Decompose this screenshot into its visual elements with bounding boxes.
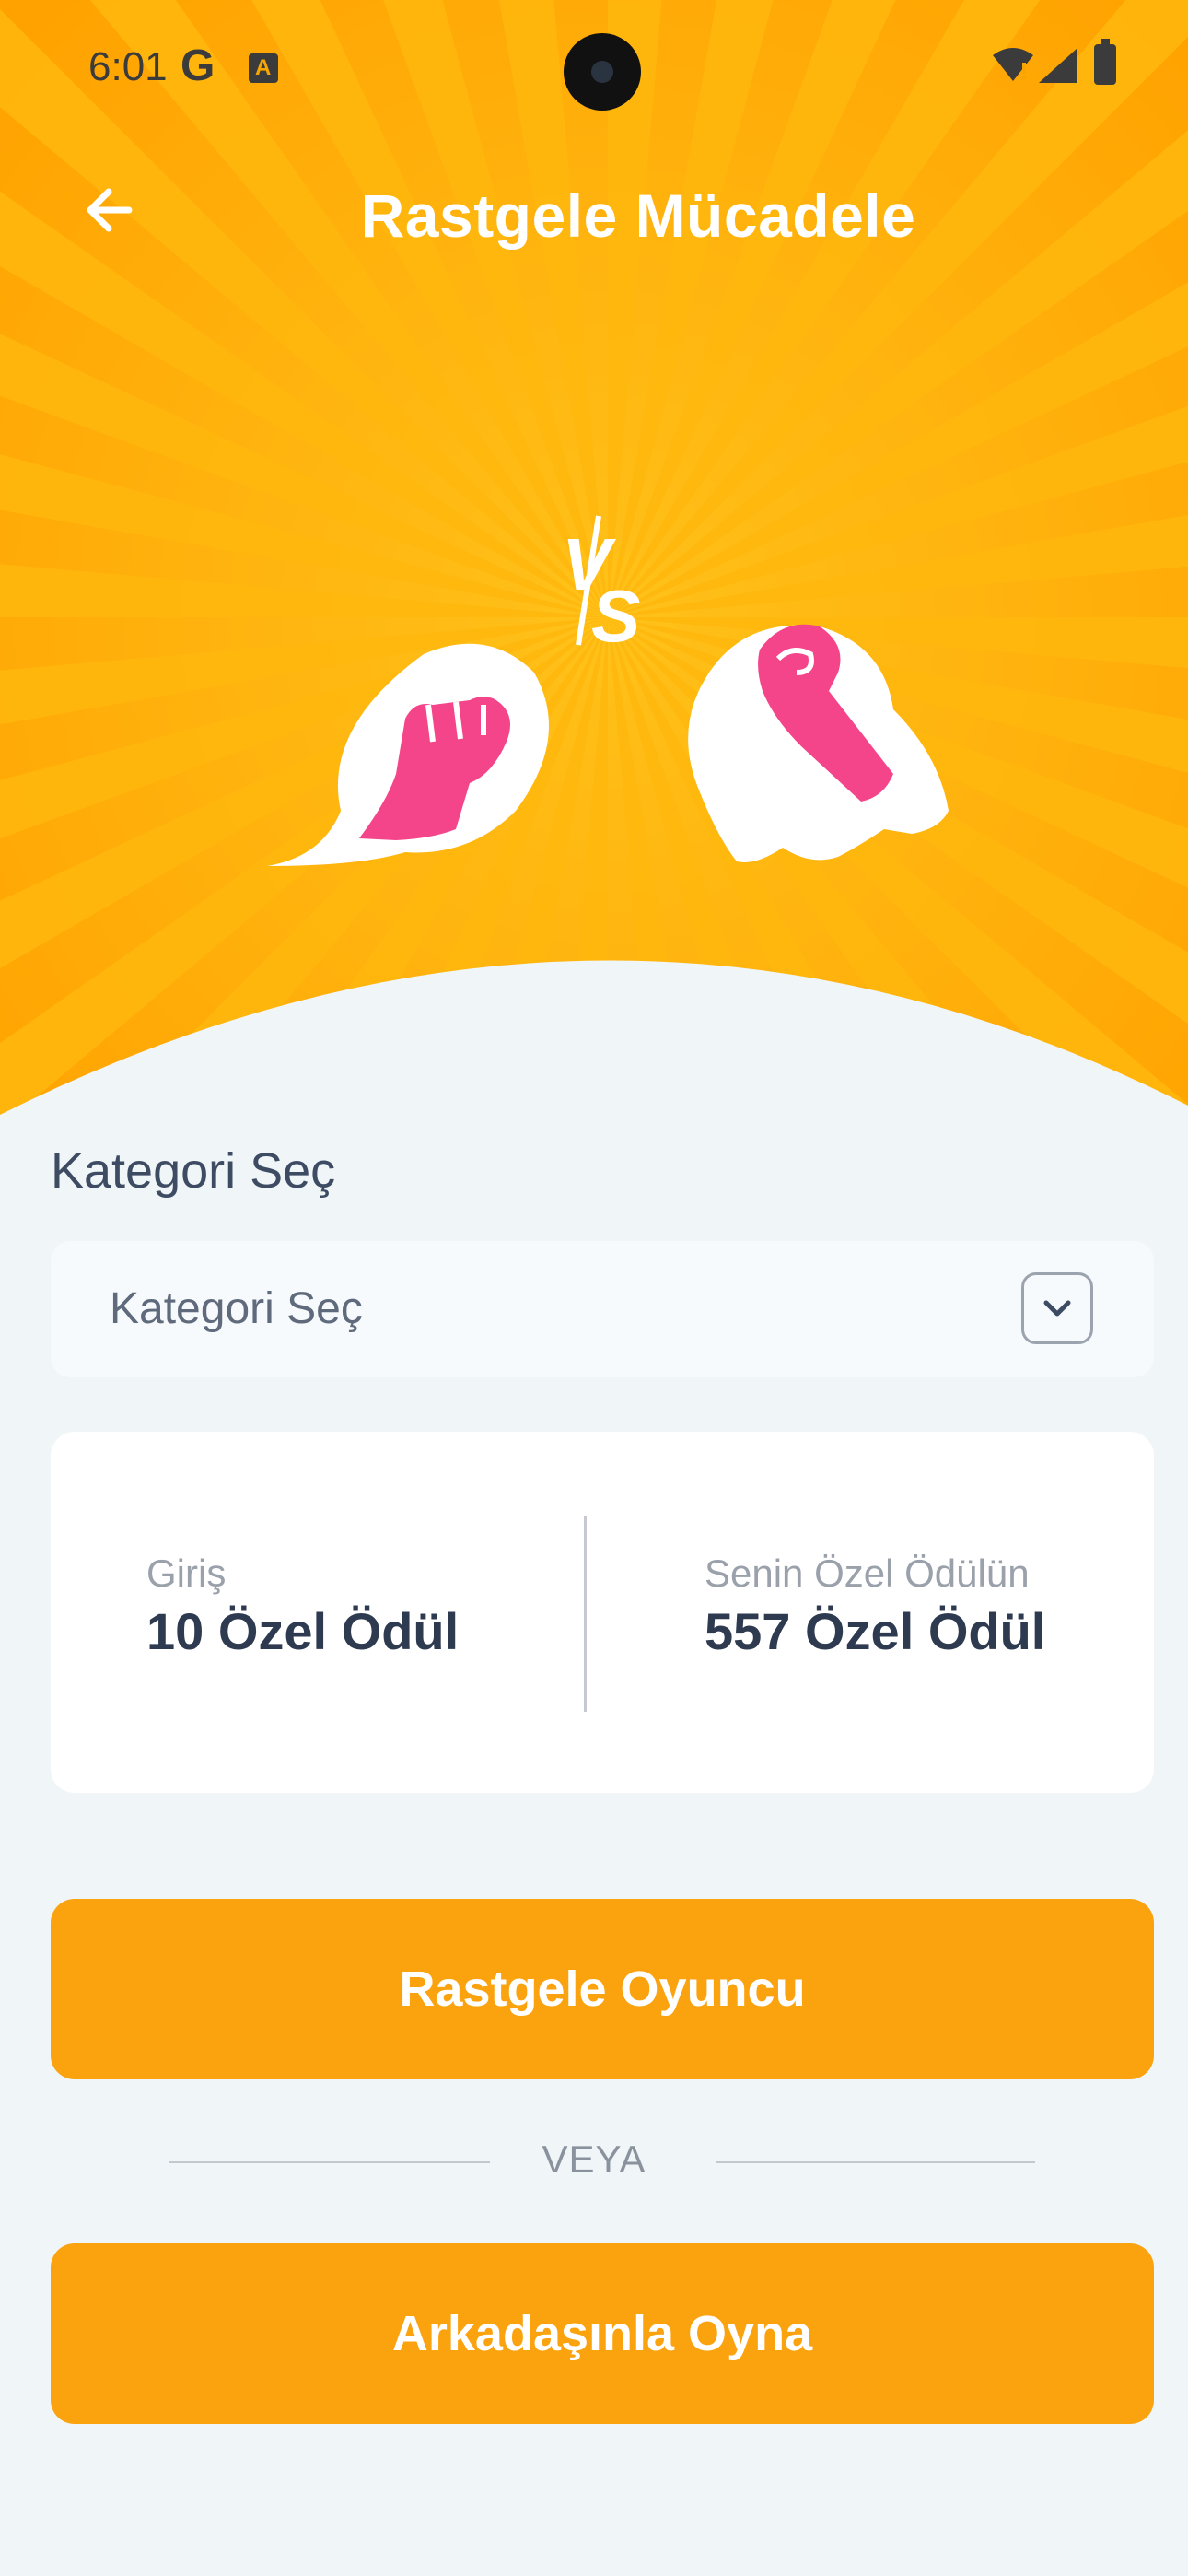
reward-balance-block: Senin Özel Ödülün 557 Özel Ödül <box>705 1551 1045 1661</box>
app-notification-icon <box>249 53 278 83</box>
info-divider <box>584 1516 587 1712</box>
category-dropdown-placeholder: Kategori Seç <box>110 1284 363 1333</box>
status-bar: 6:01 G <box>0 0 1188 138</box>
category-section-label: Kategori Seç <box>51 1143 336 1199</box>
wifi-icon <box>993 48 1033 81</box>
reward-balance-value: 557 Özel Ödül <box>705 1602 1046 1660</box>
or-divider-line-right <box>716 2161 1035 2163</box>
random-player-button[interactable]: Rastgele Oyuncu <box>51 1899 1154 2079</box>
or-divider-text: VEYA <box>542 2137 646 2181</box>
page-title: Rastgele Mücadele <box>360 181 916 250</box>
cell-signal-icon <box>1039 48 1077 83</box>
play-with-friend-button[interactable]: Arkadaşınla Oyna <box>51 2243 1154 2424</box>
google-icon: G <box>181 41 215 90</box>
entry-fee-label: Giriş <box>146 1551 227 1595</box>
category-dropdown[interactable]: Kategori Seç <box>51 1241 1154 1377</box>
svg-text:S: S <box>591 575 640 657</box>
versus-illustration: V S <box>267 515 949 866</box>
entry-reward-card: Giriş 10 Özel Ödül Senin Özel Ödülün 557… <box>51 1432 1154 1793</box>
chevron-down-icon[interactable] <box>1021 1272 1093 1344</box>
left-fist-icon <box>267 643 549 866</box>
right-fist-icon <box>688 624 949 862</box>
hero-banner: 6:01 G Rastgele Mücadele V S <box>0 0 1188 1124</box>
reward-balance-label: Senin Özel Ödülün <box>705 1551 1030 1595</box>
entry-fee-value: 10 Özel Ödül <box>146 1602 460 1660</box>
entry-fee-block: Giriş 10 Özel Ödül <box>146 1551 459 1661</box>
battery-icon <box>1094 39 1116 85</box>
vs-icon: V S <box>562 515 640 657</box>
or-divider: VEYA <box>0 2134 1188 2189</box>
front-camera <box>564 33 641 111</box>
status-time: 6:01 <box>88 44 168 89</box>
